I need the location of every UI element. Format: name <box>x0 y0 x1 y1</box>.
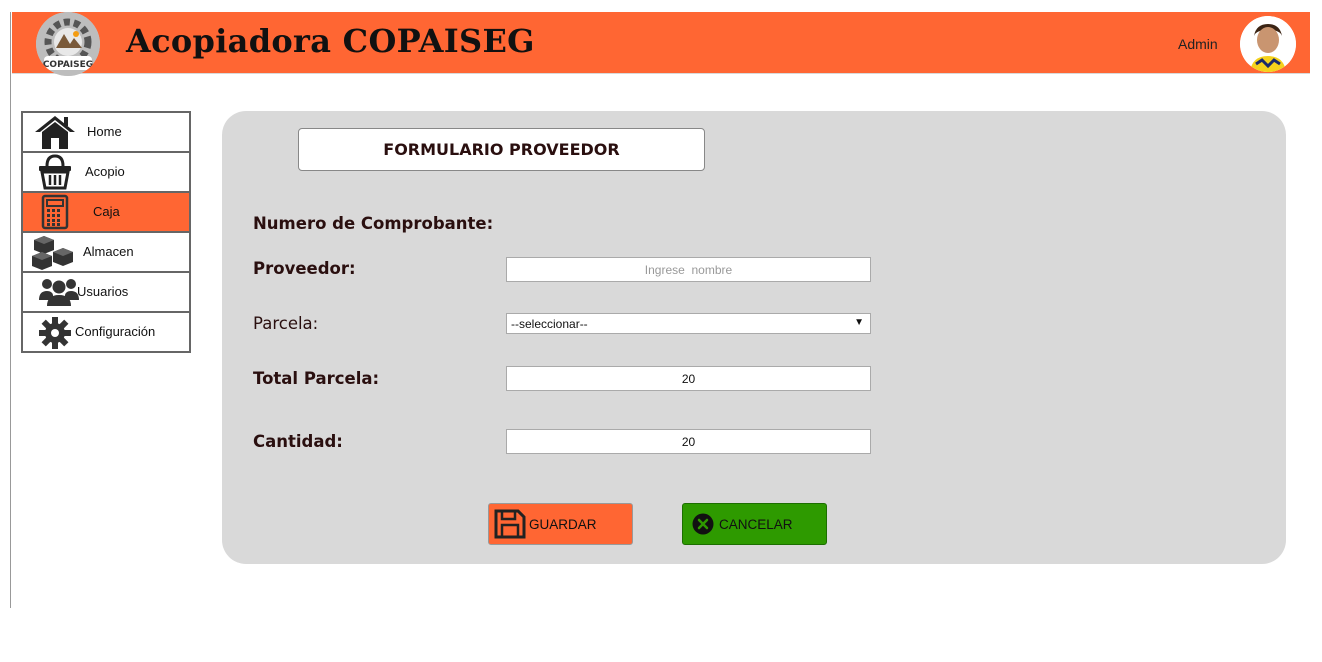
sidebar-item-label: Home <box>87 124 122 139</box>
close-circle-icon <box>692 513 714 540</box>
home-icon <box>33 114 77 150</box>
basket-icon <box>33 154 77 190</box>
sidebar-item-caja[interactable]: Caja <box>21 191 191 231</box>
proveedor-input[interactable] <box>506 257 871 282</box>
total-parcela-input[interactable] <box>506 366 871 391</box>
sidebar-item-usuarios[interactable]: Usuarios <box>21 271 191 311</box>
parcela-select[interactable]: --seleccionar-- ▼ <box>506 313 871 334</box>
user-avatar[interactable] <box>1240 16 1296 72</box>
top-header: COPAISEG Acopiadora COPAISEG Admin <box>12 12 1310 76</box>
floppy-disk-icon <box>494 509 526 544</box>
boxes-icon <box>31 234 75 270</box>
gear-icon <box>35 314 79 350</box>
copaiseg-logo: COPAISEG <box>36 12 100 76</box>
form-title-box: FORMULARIO PROVEEDOR <box>298 128 705 171</box>
sidebar-item-acopio[interactable]: Acopio <box>21 151 191 191</box>
sidebar-item-configuracion[interactable]: Configuración <box>21 311 191 353</box>
user-name[interactable]: Admin <box>1178 36 1218 52</box>
logo-lettering: COPAISEG <box>43 60 93 70</box>
sidebar-nav: Home Acopio Caja Almacen Usuarios Config… <box>21 111 191 353</box>
parcela-selected-value: --seleccionar-- <box>511 317 588 331</box>
calculator-icon <box>33 194 77 230</box>
cancel-button[interactable]: CANCELAR <box>682 503 827 545</box>
sidebar-item-label: Caja <box>93 204 120 219</box>
form-panel: FORMULARIO PROVEEDOR Numero de Comproban… <box>222 111 1286 564</box>
form-title: FORMULARIO PROVEEDOR <box>383 140 620 159</box>
parcela-label: Parcela: <box>253 314 319 333</box>
dropdown-arrow-icon: ▼ <box>854 317 864 328</box>
sidebar-item-home[interactable]: Home <box>21 111 191 151</box>
sidebar-item-almacen[interactable]: Almacen <box>21 231 191 271</box>
cancel-button-label: CANCELAR <box>719 517 793 532</box>
sidebar-item-label: Almacen <box>83 244 134 259</box>
sidebar-item-label: Configuración <box>75 324 156 339</box>
users-icon <box>37 274 81 310</box>
total-parcela-label: Total Parcela: <box>253 369 380 388</box>
app-title: Acopiadora COPAISEG <box>126 22 535 60</box>
sidebar-item-label: Usuarios <box>77 284 129 299</box>
left-border-line <box>10 12 11 608</box>
sidebar-item-label: Acopio <box>85 164 125 179</box>
save-button-label: GUARDAR <box>529 517 597 532</box>
proveedor-label: Proveedor: <box>253 259 356 278</box>
cantidad-label: Cantidad: <box>253 432 343 451</box>
save-button[interactable]: GUARDAR <box>488 503 633 545</box>
cantidad-input[interactable] <box>506 429 871 454</box>
comprobante-label: Numero de Comprobante: <box>253 214 494 233</box>
